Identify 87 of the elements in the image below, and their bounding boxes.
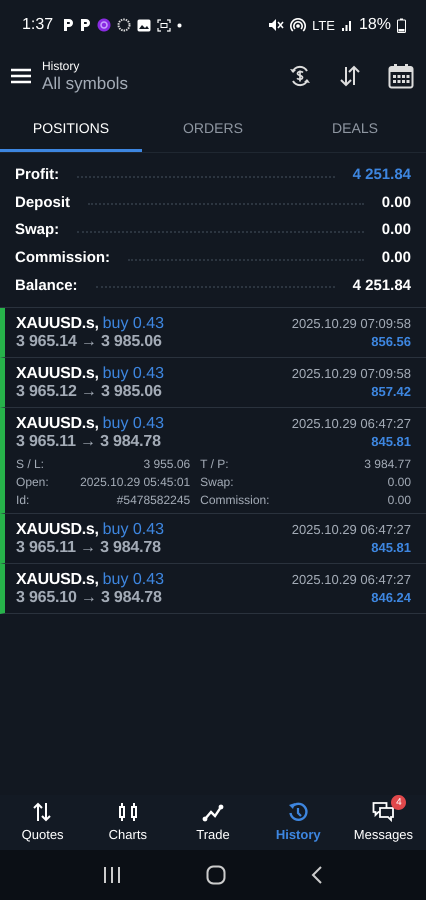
detail-label: Open: xyxy=(16,474,49,489)
position-row[interactable]: XAUUSD.s, buy 0.43 2025.10.29 06:47:27 3 965.11 → 3 984.78 845.81 xyxy=(0,514,426,564)
position-row[interactable]: XAUUSD.s, buy 0.43 2025.10.29 06:47:27 3 965.10 → 3 984.78 846.24 xyxy=(0,564,426,614)
symbol-name: XAUUSD.s, xyxy=(16,364,99,382)
symbol-name: XAUUSD.s, xyxy=(16,314,99,332)
detail-label: Id: xyxy=(16,492,30,507)
detail-value: #5478582245 xyxy=(116,492,190,507)
mute-icon xyxy=(268,18,284,32)
menu-icon[interactable] xyxy=(10,68,32,84)
price-change: 3 965.10 → 3 984.78 xyxy=(16,588,162,607)
price-change: 3 965.11 → 3 984.78 xyxy=(16,432,161,451)
nav-tab[interactable]: Trade xyxy=(170,795,256,850)
summary-label: Deposit xyxy=(15,194,70,211)
summary-value: 4 251.84 xyxy=(352,276,411,294)
trade-profit: 846.24 xyxy=(371,590,411,605)
history-icon[interactable] xyxy=(287,801,310,823)
nav-tab[interactable]: 4 Messages xyxy=(340,795,426,850)
parking-icon xyxy=(80,18,92,32)
summary-value: 4 251.84 xyxy=(352,166,411,184)
recents-icon[interactable] xyxy=(102,866,121,884)
summary-label: Commission: xyxy=(15,249,110,266)
symbol-filter[interactable]: All symbols xyxy=(42,74,262,94)
hotspot-icon xyxy=(290,18,306,32)
detail-value: 0.00 xyxy=(386,492,411,507)
trade-side: buy 0.43 xyxy=(102,364,164,382)
detail-value: 0.00 xyxy=(386,474,411,489)
trade-side: buy 0.43 xyxy=(102,520,164,538)
candlestick-icon[interactable] xyxy=(116,801,139,823)
screen-record-icon xyxy=(157,18,172,32)
currency-sync-icon[interactable] xyxy=(288,64,312,88)
trade-time: 2025.10.29 06:47:27 xyxy=(292,522,411,537)
trade-time: 2025.10.29 06:47:27 xyxy=(292,572,411,587)
trade-time: 2025.10.29 07:09:58 xyxy=(292,366,411,381)
trade-profit: 856.56 xyxy=(371,334,411,349)
detail-value: 2025.10.29 05:45:01 xyxy=(79,474,190,489)
summary-label: Balance: xyxy=(15,276,78,294)
position-row[interactable]: XAUUSD.s, buy 0.43 2025.10.29 07:09:58 3 965.12 → 3 985.06 857.42 xyxy=(0,358,426,408)
count-badge: 4 xyxy=(391,795,406,810)
summary-value: 0.00 xyxy=(382,194,411,211)
battery-level: 18% xyxy=(358,16,391,34)
summary-label: Swap: xyxy=(15,221,60,238)
trade-side: buy 0.43 xyxy=(102,314,164,332)
symbol-name: XAUUSD.s, xyxy=(16,414,99,432)
sort-icon[interactable] xyxy=(338,64,362,88)
battery-icon xyxy=(397,18,406,32)
price-change: 3 965.11 → 3 984.78 xyxy=(16,538,161,557)
detail-label: Commission: xyxy=(200,492,270,507)
network-type: LTE xyxy=(312,18,335,32)
trade-side: buy 0.43 xyxy=(102,414,164,432)
position-row[interactable]: XAUUSD.s, buy 0.43 2025.10.29 07:09:58 3 965.14 → 3 985.06 856.56 xyxy=(0,308,426,358)
nav-tab[interactable]: Charts xyxy=(85,795,170,850)
signal-icon xyxy=(340,19,353,31)
tab[interactable]: DEALS xyxy=(284,106,426,152)
dot-icon xyxy=(177,22,182,28)
screen-title: History xyxy=(42,58,80,72)
detail-label: Swap: xyxy=(200,474,235,489)
trade-profit: 845.81 xyxy=(371,434,411,449)
back-icon[interactable] xyxy=(311,865,324,885)
nav-tab[interactable]: History xyxy=(256,795,341,850)
trade-side: buy 0.43 xyxy=(102,570,164,588)
summary-value: 0.00 xyxy=(382,249,411,266)
calendar-icon[interactable] xyxy=(388,63,414,89)
tab[interactable]: POSITIONS xyxy=(0,106,142,152)
detail-label: T / P: xyxy=(200,456,230,471)
clock: 1:37 xyxy=(22,16,54,34)
price-change: 3 965.12 → 3 985.06 xyxy=(16,382,162,401)
symbol-name: XAUUSD.s, xyxy=(16,570,99,588)
trade-profit: 857.42 xyxy=(371,384,411,399)
ring-icon xyxy=(117,18,132,32)
tab[interactable]: ORDERS xyxy=(142,106,284,152)
app-icon xyxy=(97,18,112,32)
trade-profit: 845.81 xyxy=(371,540,411,555)
trade-time: 2025.10.29 07:09:58 xyxy=(292,316,411,331)
price-change: 3 965.14 → 3 985.06 xyxy=(16,332,162,351)
chat-icon[interactable] xyxy=(372,801,394,823)
parking-icon xyxy=(63,18,74,32)
trade-time: 2025.10.29 06:47:27 xyxy=(292,416,411,431)
detail-value: 3 984.77 xyxy=(363,456,411,471)
summary-label: Profit: xyxy=(15,166,60,184)
nav-tab[interactable]: Quotes xyxy=(0,795,86,850)
detail-label: S / L: xyxy=(16,456,46,471)
position-row[interactable]: XAUUSD.s, buy 0.43 2025.10.29 06:47:27 3 965.11 → 3 984.78 845.81 S / L: 3 955.06 T / P: 3 984.77 Open: 2025.10.29 05:45:01 Swap: 0.00 Id: #5478582245 Commission: 0.00 xyxy=(0,408,426,514)
summary-value: 0.00 xyxy=(382,221,411,238)
image-icon xyxy=(137,18,152,32)
detail-value: 3 955.06 xyxy=(142,456,190,471)
home-icon[interactable] xyxy=(206,865,226,885)
symbol-name: XAUUSD.s, xyxy=(16,520,99,538)
